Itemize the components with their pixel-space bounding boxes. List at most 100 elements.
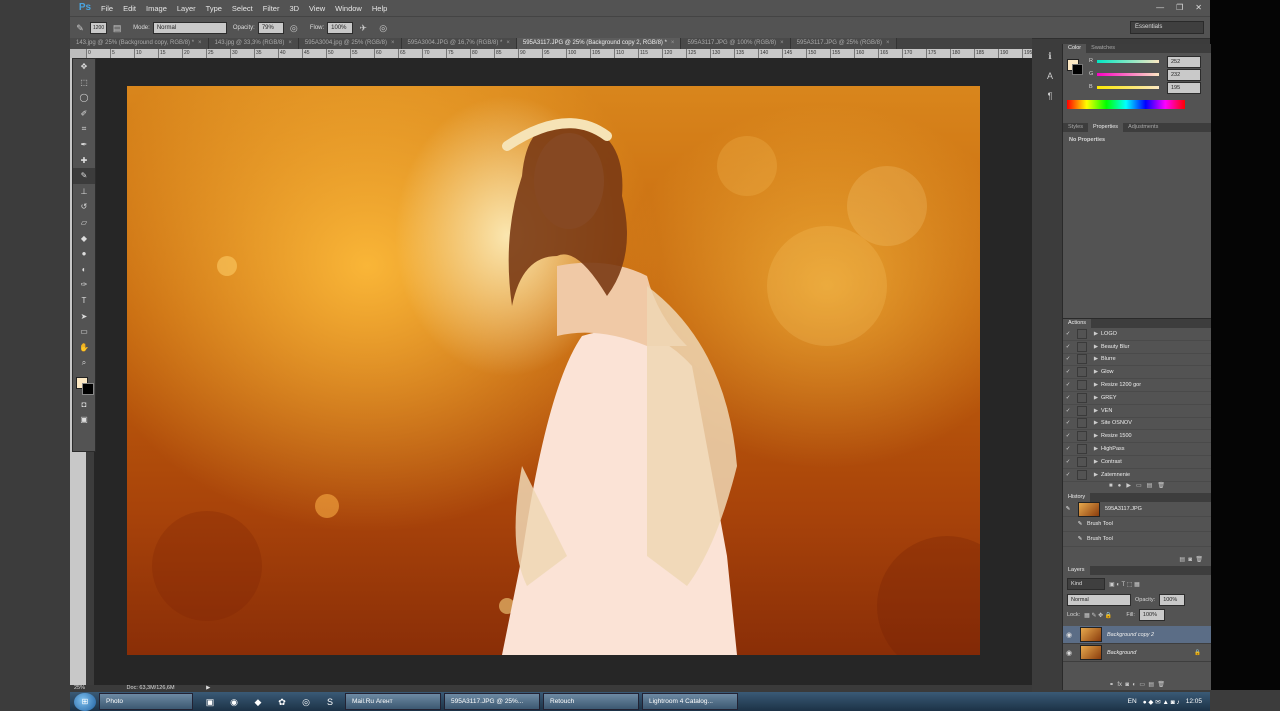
type-tool-icon[interactable]: T: [73, 293, 95, 309]
skype-icon[interactable]: S: [323, 695, 337, 709]
dialog-toggle-box[interactable]: [1077, 392, 1087, 403]
brush-size-box[interactable]: 1200: [90, 21, 108, 34]
tab-styles[interactable]: Styles: [1063, 123, 1088, 132]
snapshot-camera-icon[interactable]: ◙: [1188, 557, 1192, 563]
color-swatches[interactable]: [73, 371, 95, 397]
document-tab[interactable]: 595A3117.JPG @ 25% (RGB/8) ×: [790, 38, 897, 49]
brush-panel-icon[interactable]: ▤: [111, 22, 123, 34]
tab-swatches[interactable]: Swatches: [1086, 44, 1120, 53]
action-toggle-check-icon[interactable]: ✓: [1063, 395, 1073, 401]
move-tool-icon[interactable]: ✥: [73, 59, 95, 75]
close-icon[interactable]: ✕: [1195, 3, 1202, 12]
link-layers-icon[interactable]: ⚭: [1109, 682, 1114, 688]
dialog-toggle-box[interactable]: [1077, 405, 1087, 416]
record-icon[interactable]: ●: [1118, 483, 1122, 489]
flow-input[interactable]: 100%: [327, 21, 354, 34]
dialog-toggle-box[interactable]: [1077, 341, 1087, 352]
dialog-toggle-box[interactable]: [1077, 444, 1087, 455]
restore-icon[interactable]: ❐: [1176, 3, 1183, 12]
zoom-tool-icon[interactable]: ⌕: [73, 355, 95, 371]
history-snapshot[interactable]: ✎ 595A3117.JPG: [1063, 501, 1211, 517]
document-tab-active[interactable]: 595A3117.JPG @ 25% (Background copy 2, R…: [516, 38, 682, 49]
clock[interactable]: 12:05: [1186, 698, 1202, 705]
minimize-icon[interactable]: —: [1156, 3, 1164, 12]
menu-image[interactable]: Image: [141, 4, 172, 13]
dialog-toggle-box[interactable]: [1077, 354, 1087, 365]
layer-row[interactable]: ◉ Background 🔒: [1063, 644, 1211, 662]
tab-adjustments[interactable]: Adjustments: [1123, 123, 1163, 132]
action-item[interactable]: ✓ ▶ Glow: [1063, 366, 1211, 380]
action-toggle-check-icon[interactable]: ✓: [1063, 472, 1073, 478]
tab-close-icon[interactable]: ×: [886, 40, 890, 46]
taskbar-item-photo[interactable]: Photo: [99, 693, 193, 710]
action-item[interactable]: ✓ ▶ Zatemnenie: [1063, 469, 1211, 482]
delete-action-icon[interactable]: 🗑: [1157, 483, 1165, 489]
opacity-input[interactable]: 79%: [257, 21, 284, 34]
color-bg-swatch[interactable]: [1072, 64, 1083, 75]
document-tab[interactable]: 143.jpg @ 33,3% (RGB/8) ×: [208, 38, 299, 49]
action-toggle-check-icon[interactable]: ✓: [1063, 433, 1073, 439]
expand-triangle-icon[interactable]: ▶: [1091, 356, 1101, 362]
action-item[interactable]: ✓ ▶ LOGO: [1063, 328, 1211, 341]
menu-window[interactable]: Window: [330, 4, 367, 13]
taskbar-item-retouch[interactable]: Retouch: [543, 693, 639, 710]
language-indicator[interactable]: EN: [1128, 698, 1137, 705]
info-panel-icon[interactable]: ℹ: [1042, 51, 1058, 65]
action-toggle-check-icon[interactable]: ✓: [1063, 331, 1073, 337]
expand-triangle-icon[interactable]: ▶: [1091, 331, 1101, 337]
pen-tool-icon[interactable]: ✑: [73, 277, 95, 293]
app-icon[interactable]: ✿: [275, 695, 289, 709]
b-slider[interactable]: [1097, 86, 1159, 89]
stamp-tool-icon[interactable]: ⊥: [73, 184, 95, 200]
new-set-icon[interactable]: ▭: [1136, 483, 1142, 489]
expand-triangle-icon[interactable]: ▶: [1091, 446, 1101, 452]
new-layer-icon[interactable]: ▤: [1148, 682, 1154, 688]
path-select-tool-icon[interactable]: ➤: [73, 309, 95, 325]
status-menu-arrow-icon[interactable]: ▶: [206, 685, 210, 691]
action-item[interactable]: ✓ ▶ GREY: [1063, 392, 1211, 405]
delete-history-icon[interactable]: 🗑: [1195, 557, 1203, 563]
character-panel-icon[interactable]: A: [1042, 71, 1058, 85]
visibility-eye-icon[interactable]: ◉: [1063, 649, 1075, 657]
expand-triangle-icon[interactable]: ▶: [1091, 382, 1101, 388]
action-item[interactable]: ✓ ▶ VEN: [1063, 405, 1211, 418]
action-item[interactable]: ✓ ▶ Resize 1500: [1063, 430, 1211, 444]
menu-file[interactable]: File: [96, 4, 118, 13]
tab-layers[interactable]: Layers: [1063, 566, 1090, 575]
hand-tool-icon[interactable]: ✋: [73, 340, 95, 356]
filter-icons[interactable]: ▣ ◐ T ⬚ ▦: [1109, 581, 1140, 588]
start-button-icon[interactable]: ⊞: [74, 692, 96, 711]
taskbar-item-mail[interactable]: Mail.Ru Агент: [345, 693, 441, 710]
dialog-toggle-box[interactable]: [1077, 456, 1087, 467]
menu-3d[interactable]: 3D: [284, 4, 304, 13]
action-toggle-check-icon[interactable]: ✓: [1063, 408, 1073, 414]
dialog-toggle-box[interactable]: [1077, 380, 1087, 391]
pressure-opacity-icon[interactable]: ◎: [288, 22, 300, 34]
expand-triangle-icon[interactable]: ▶: [1091, 369, 1101, 375]
action-item[interactable]: ✓ ▶ Blurre: [1063, 354, 1211, 367]
expand-triangle-icon[interactable]: ▶: [1091, 459, 1101, 465]
menu-filter[interactable]: Filter: [258, 4, 285, 13]
layer-row[interactable]: ◉ Background copy 2: [1063, 626, 1211, 644]
layer-opacity-input[interactable]: 100%: [1159, 594, 1186, 606]
screen-mode-icon[interactable]: ▣: [73, 412, 95, 428]
tab-properties[interactable]: Properties: [1087, 123, 1124, 132]
quick-select-tool-icon[interactable]: ✐: [73, 106, 95, 122]
new-group-icon[interactable]: ▭: [1139, 682, 1145, 688]
quick-mask-icon[interactable]: ◘: [73, 397, 95, 413]
add-mask-icon[interactable]: ◙: [1125, 682, 1129, 688]
history-item[interactable]: ✎ Brush Tool: [1063, 517, 1211, 532]
menu-view[interactable]: View: [304, 4, 330, 13]
paragraph-panel-icon[interactable]: ¶: [1042, 91, 1058, 105]
menu-select[interactable]: Select: [227, 4, 258, 13]
shape-tool-icon[interactable]: ▭: [73, 324, 95, 340]
gradient-tool-icon[interactable]: ◆: [73, 231, 95, 247]
pressure-size-icon[interactable]: ◎: [377, 22, 389, 34]
b-value[interactable]: 195: [1167, 82, 1201, 94]
tab-color[interactable]: Color: [1063, 44, 1087, 53]
zoom-level[interactable]: 25%: [74, 685, 85, 691]
document-tab[interactable]: 595A3004.JPG @ 16,7% (RGB/8) * ×: [401, 38, 517, 49]
background-color-swatch[interactable]: [82, 382, 94, 395]
expand-triangle-icon[interactable]: ▶: [1091, 472, 1101, 478]
tab-close-icon[interactable]: ×: [780, 40, 784, 46]
